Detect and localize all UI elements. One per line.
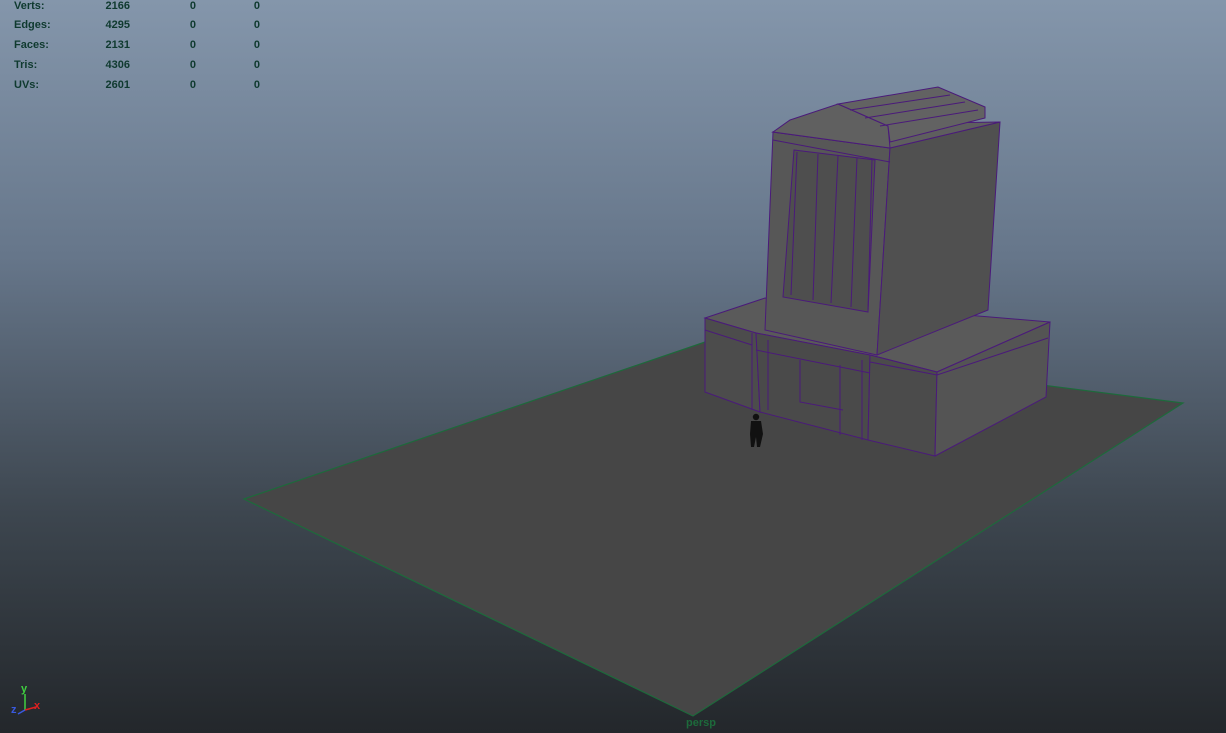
hud-value: 0 (189, 19, 196, 31)
camera-name-label: persp (686, 717, 716, 729)
hud-value: 4295 (105, 19, 130, 31)
hud-value: 0 (189, 79, 196, 91)
hud-label: Tris: (14, 59, 38, 71)
hud-value: 0 (189, 0, 196, 12)
hud-label: Faces: (14, 39, 49, 51)
hud-value: 0 (253, 59, 260, 71)
hud-value: 0 (253, 79, 260, 91)
hud-value: 2131 (105, 39, 130, 51)
hud-value: 0 (189, 39, 196, 51)
scene-canvas[interactable] (0, 0, 1226, 733)
y-axis-label: y (21, 683, 28, 695)
building-mesh[interactable] (703, 86, 1051, 457)
hud-value: 0 (253, 39, 260, 51)
view-axis-icon: y x z (8, 682, 48, 722)
hud-value: 0 (189, 59, 196, 71)
z-axis-label: z (11, 704, 17, 716)
hud-label: Edges: (14, 19, 51, 31)
viewport-3d[interactable]: Verts: 2166 0 0 Edges: 4295 0 0 Faces: 2… (0, 0, 1226, 733)
hud-value: 0 (253, 19, 260, 31)
hud-value: 2601 (105, 79, 130, 91)
hud-value: 2166 (105, 0, 130, 12)
hud-value: 4306 (105, 59, 130, 71)
hud-value: 0 (253, 0, 260, 12)
hud-label: UVs: (14, 79, 40, 91)
x-axis-label: x (34, 700, 41, 712)
hud-label: Verts: (14, 0, 45, 12)
heads-up-display: Verts: 2166 0 0 Edges: 4295 0 0 Faces: 2… (0, 0, 300, 100)
